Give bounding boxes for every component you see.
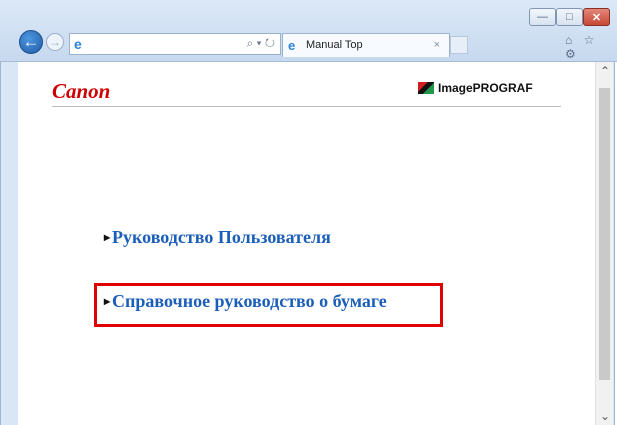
toolbar-icons: ⌂ ☆ ⚙ xyxy=(565,33,599,61)
link-paper-reference-label: Справочное руководство о бумаге xyxy=(112,291,387,311)
address-bar[interactable]: e ⌕ ▾ ↻ xyxy=(69,33,281,55)
tab-close-icon[interactable]: × xyxy=(434,39,440,51)
tab-title: Manual Top xyxy=(306,39,363,51)
link-bullet-icon-2: ▸ xyxy=(104,294,111,308)
link-user-guide-label: Руководство Пользователя xyxy=(112,227,331,247)
imageprograf-text: ImagePROGRAF xyxy=(438,81,533,95)
forward-arrow-icon: → xyxy=(49,35,61,49)
browser-titlebar: — □ ✕ ← → e ⌕ ▾ ↻ e Manual Top × ⌂ ☆ ⚙ xyxy=(0,0,617,62)
imageprograf-mark-icon xyxy=(418,82,434,94)
scroll-up-icon[interactable]: ⌃ xyxy=(596,62,614,80)
tab-manual-top[interactable]: e Manual Top × xyxy=(282,33,450,57)
minimize-button[interactable]: — xyxy=(529,8,556,26)
forward-button[interactable]: → xyxy=(46,33,64,51)
ie-icon: e xyxy=(74,36,82,52)
back-arrow-icon: ← xyxy=(22,32,40,51)
address-tools[interactable]: ⌕ ▾ ↻ xyxy=(246,36,275,51)
canon-logo: Canon xyxy=(52,79,111,103)
link-paper-reference[interactable]: ▸ Справочное руководство о бумаге xyxy=(104,291,387,312)
imageprograf-logo: ImagePROGRAF xyxy=(418,81,533,95)
new-tab-button[interactable] xyxy=(450,36,468,54)
vertical-scrollbar[interactable]: ⌃ ⌄ xyxy=(595,62,613,425)
link-bullet-icon: ▸ xyxy=(104,230,111,244)
header-divider xyxy=(52,106,561,107)
tab-ie-icon: e xyxy=(288,38,296,53)
maximize-button[interactable]: □ xyxy=(556,8,583,26)
page-viewport: Canon ImagePROGRAF ▸ Руководство Пользова… xyxy=(18,62,595,425)
scroll-down-icon[interactable]: ⌄ xyxy=(596,407,614,425)
scroll-thumb[interactable] xyxy=(599,88,610,380)
back-button[interactable]: ← xyxy=(19,30,43,54)
close-button[interactable]: ✕ xyxy=(583,8,610,26)
link-user-guide[interactable]: ▸ Руководство Пользователя xyxy=(104,227,331,248)
